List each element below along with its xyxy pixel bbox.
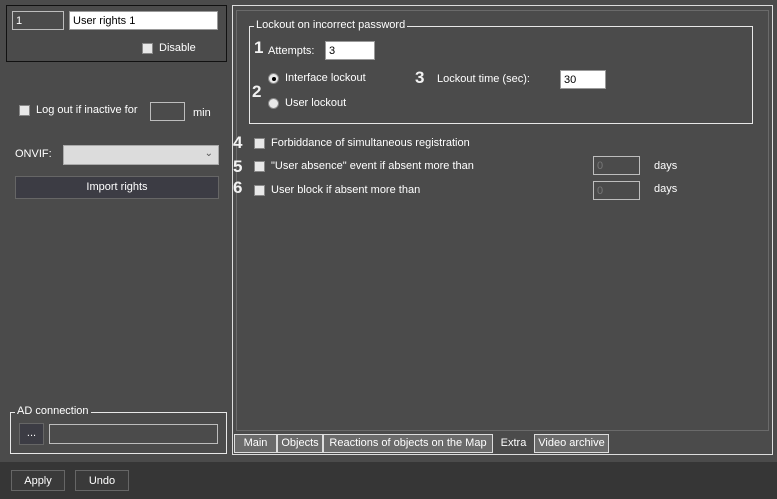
attempts-input[interactable]	[325, 41, 375, 60]
import-rights-button[interactable]: Import rights	[15, 176, 219, 199]
tab-reactions[interactable]: Reactions of objects on the Map	[323, 434, 493, 453]
logout-checkbox[interactable]	[19, 105, 30, 116]
marker-2: 2	[252, 82, 262, 101]
undo-button[interactable]: Undo	[75, 470, 129, 491]
user-lockout-label: User lockout	[285, 97, 347, 109]
block-checkbox[interactable]	[254, 185, 265, 196]
disable-label: Disable	[159, 42, 196, 54]
logout-label: Log out if inactive for	[36, 104, 138, 116]
name-input[interactable]	[69, 11, 218, 30]
interface-lockout-radio[interactable]	[268, 73, 279, 84]
ad-browse-button[interactable]: ...	[19, 423, 44, 445]
block-label: User block if absent more than	[271, 184, 421, 196]
lockout-time-label: Lockout time (sec):	[437, 73, 530, 85]
marker-4: 4	[233, 133, 243, 152]
lockout-time-input[interactable]	[560, 70, 606, 89]
absence-checkbox[interactable]	[254, 161, 265, 172]
block-unit: days	[654, 183, 678, 195]
tab-objects[interactable]: Objects	[277, 434, 323, 453]
id-input[interactable]	[12, 11, 64, 30]
tab-extra[interactable]: Extra	[493, 434, 534, 453]
marker-3: 3	[415, 68, 425, 87]
disable-checkbox[interactable]	[142, 43, 153, 54]
tab-main[interactable]: Main	[234, 434, 277, 453]
logout-unit: min	[193, 107, 211, 119]
marker-1: 1	[254, 38, 264, 57]
tab-video-archive[interactable]: Video archive	[534, 434, 609, 453]
apply-button[interactable]: Apply	[11, 470, 65, 491]
interface-lockout-label: Interface lockout	[285, 72, 366, 84]
onvif-select[interactable]: ⌄	[63, 145, 219, 165]
attempts-label: Attempts:	[268, 45, 315, 57]
lockout-legend: Lockout on incorrect password	[254, 19, 408, 31]
chevron-down-icon: ⌄	[204, 148, 213, 159]
onvif-label: ONVIF:	[15, 148, 52, 160]
ad-legend: AD connection	[15, 405, 91, 417]
ad-input[interactable]	[49, 424, 218, 444]
forbid-label: Forbiddance of simultaneous registration	[271, 137, 470, 149]
absence-unit: days	[654, 160, 678, 172]
marker-5: 5	[233, 157, 243, 176]
logout-minutes-input[interactable]	[150, 102, 185, 121]
absence-days-input[interactable]	[593, 156, 640, 175]
block-days-input[interactable]	[593, 181, 640, 200]
user-lockout-radio[interactable]	[268, 98, 279, 109]
marker-6: 6	[233, 178, 243, 197]
absence-label: "User absence" event if absent more than	[271, 160, 474, 172]
forbid-checkbox[interactable]	[254, 138, 265, 149]
